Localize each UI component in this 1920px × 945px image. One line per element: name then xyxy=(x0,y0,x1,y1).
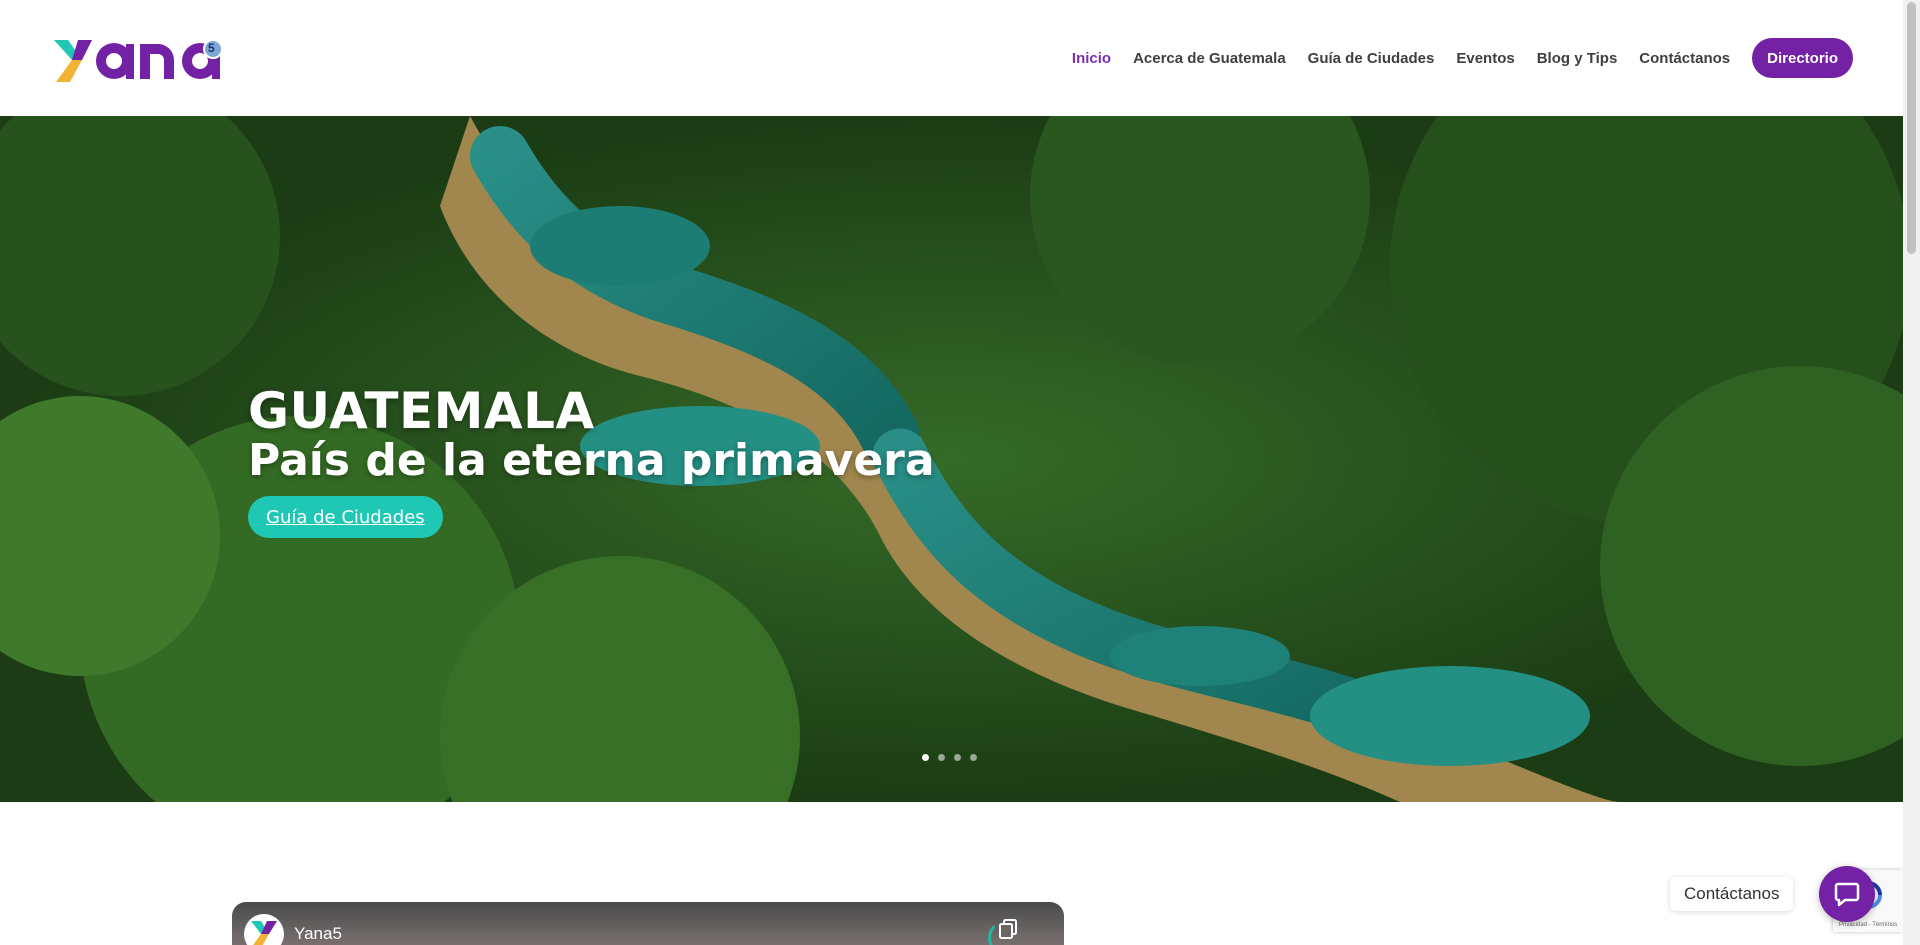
channel-avatar[interactable] xyxy=(244,914,284,945)
slider-dots xyxy=(922,754,977,761)
guia-de-ciudades-button[interactable]: Guía de Ciudades xyxy=(248,496,443,538)
nav-item-inicio[interactable]: Inicio xyxy=(1072,50,1111,67)
nav-item-acerca-de-guatemala[interactable]: Acerca de Guatemala xyxy=(1133,50,1286,67)
slider-dot-4[interactable] xyxy=(970,754,977,761)
nav-item-blog-y-tips[interactable]: Blog y Tips xyxy=(1537,50,1618,67)
hero-title: GUATEMALA xyxy=(248,382,595,440)
hero-caption: GUATEMALA País de la eterna primavera Gu… xyxy=(248,384,935,538)
page-scrollbar[interactable] xyxy=(1903,0,1920,945)
video-embed[interactable]: Yana5 xyxy=(232,902,1064,945)
yana-avatar-icon xyxy=(251,921,277,945)
logo-badge: 5 xyxy=(208,41,215,55)
floating-contact-button[interactable] xyxy=(1819,866,1875,922)
main-nav: Inicio Acerca de Guatemala Guía de Ciuda… xyxy=(1050,38,1853,78)
hero-subtitle: País de la eterna primavera xyxy=(248,435,935,486)
recaptcha-text[interactable]: Privacidad - Términos xyxy=(1839,922,1897,928)
slider-dot-3[interactable] xyxy=(954,754,961,761)
slider-dot-2[interactable] xyxy=(938,754,945,761)
chat-icon xyxy=(1834,882,1860,907)
nav-item-guia-de-ciudades[interactable]: Guía de Ciudades xyxy=(1308,50,1435,67)
video-channel-name[interactable]: Yana5 xyxy=(294,924,342,944)
page: 5 Inicio Acerca de Guatemala Guía de Ciu… xyxy=(0,0,1920,945)
nav-item-eventos[interactable]: Eventos xyxy=(1456,50,1514,67)
slider-dot-1[interactable] xyxy=(922,754,929,761)
copy-icon[interactable] xyxy=(998,918,1020,940)
yana-logo[interactable]: 5 xyxy=(54,34,238,82)
site-header: 5 Inicio Acerca de Guatemala Guía de Ciu… xyxy=(0,0,1903,116)
floating-contact-label[interactable]: Contáctanos xyxy=(1670,877,1794,911)
directorio-button[interactable]: Directorio xyxy=(1752,38,1853,78)
scrollbar-thumb[interactable] xyxy=(1907,2,1916,254)
nav-item-contactanos[interactable]: Contáctanos xyxy=(1639,50,1730,67)
hero-slider: GUATEMALA País de la eterna primavera Gu… xyxy=(0,116,1903,802)
